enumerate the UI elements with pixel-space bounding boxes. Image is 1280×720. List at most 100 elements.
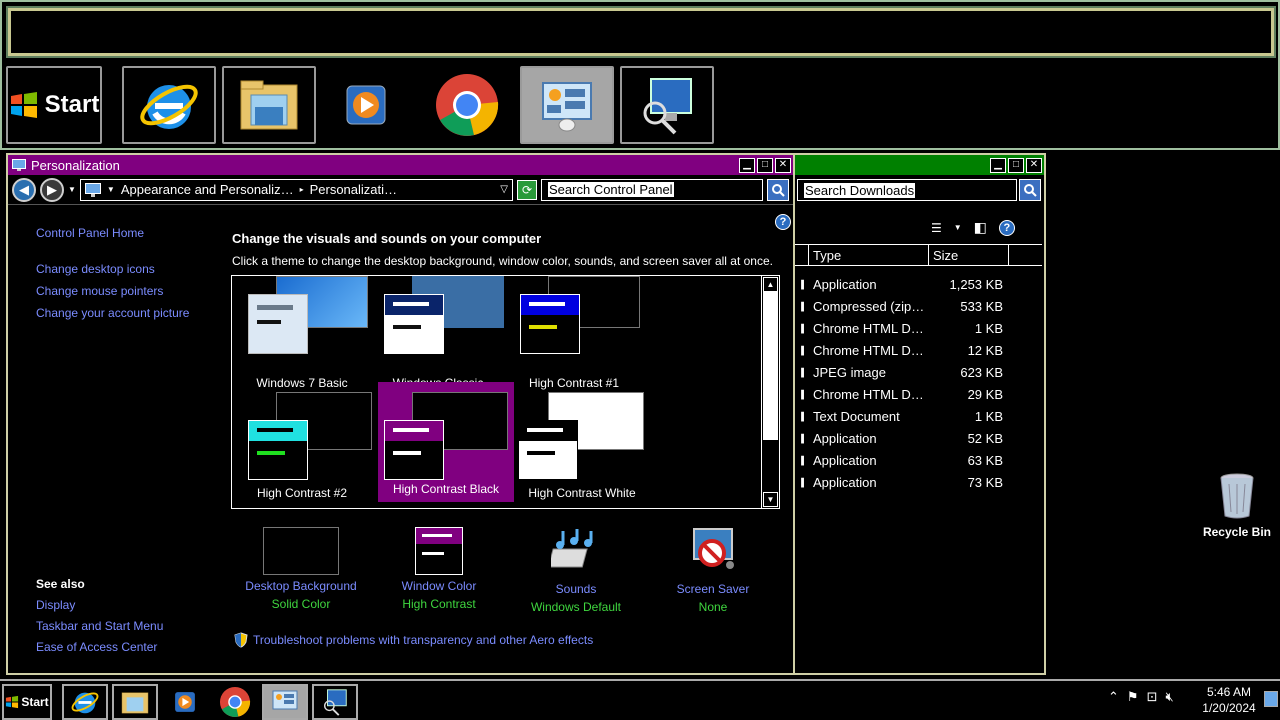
volume-muted-icon[interactable]: 🔇︎	[1165, 689, 1173, 705]
sounds-link[interactable]: Sounds	[511, 582, 641, 596]
dock-start-button[interactable]: Start	[6, 66, 102, 144]
file-row[interactable]: ▌ Text Document 1 KB	[795, 405, 1042, 427]
show-hidden-icons-icon[interactable]: ⌃	[1108, 689, 1119, 705]
troubleshoot-link[interactable]: Troubleshoot problems with transparency …	[253, 633, 593, 647]
breadcrumb-personalization[interactable]: Personalizati…	[310, 182, 397, 197]
theme-list-scrollbar[interactable]: ▲ ▼	[761, 276, 779, 508]
file-row[interactable]: ▌ Chrome HTML D… 1 KB	[795, 317, 1042, 339]
dock-chrome-button[interactable]	[420, 66, 514, 144]
minimize-button[interactable]: ▁	[990, 157, 1006, 173]
close-button[interactable]: ✕	[775, 157, 791, 173]
window-color-value: High Contrast	[402, 597, 476, 611]
file-size: 623 KB	[960, 364, 1003, 380]
file-row[interactable]: ▌ JPEG image 623 KB	[795, 361, 1042, 383]
dock-media-player-button[interactable]	[322, 66, 410, 144]
file-icon: ▌	[801, 389, 807, 399]
file-row[interactable]: ▌ Application 73 KB	[795, 471, 1042, 493]
windows-logo-icon	[6, 695, 19, 709]
close-button[interactable]: ✕	[1026, 157, 1042, 173]
action-center-flag-icon[interactable]: ⚑	[1127, 689, 1139, 705]
search-button[interactable]	[767, 178, 789, 201]
window-color-link[interactable]: Window Color	[374, 579, 504, 593]
recycle-bin-desktop-icon[interactable]: Recycle Bin	[1198, 472, 1276, 539]
chevron-down-icon[interactable]: ▼	[107, 185, 115, 194]
column-header-size[interactable]: Size	[929, 245, 1009, 265]
control-panel-home-link[interactable]: Control Panel Home	[36, 226, 189, 240]
refresh-button[interactable]: ⟳	[517, 179, 537, 200]
taskbar-chrome-button[interactable]	[212, 684, 258, 720]
breadcrumb-separator-icon[interactable]: ▸	[300, 185, 304, 194]
scroll-down-button[interactable]: ▼	[763, 492, 778, 507]
minimize-button[interactable]: ▁	[739, 157, 755, 173]
address-bar-row: ◀ ▶ ▼ ▼ Appearance and Personaliz… ▸ Per…	[8, 175, 793, 205]
show-desktop-button[interactable]	[1264, 691, 1278, 707]
search-button[interactable]	[1019, 179, 1041, 201]
breadcrumb-appearance[interactable]: Appearance and Personaliz…	[121, 182, 294, 197]
taskbar-control-panel-button[interactable]	[262, 684, 308, 720]
file-type: Compressed (zip…	[813, 298, 925, 314]
taskbar-remote-desktop-button[interactable]	[312, 684, 358, 720]
sounds-setting[interactable]: Sounds Windows Default	[511, 527, 641, 614]
taskbar-media-player-button[interactable]	[162, 684, 208, 720]
change-mouse-pointers-link[interactable]: Change mouse pointers	[36, 284, 189, 298]
column-header-type[interactable]: Type	[809, 245, 929, 265]
taskbar-ie-button[interactable]	[62, 684, 108, 720]
back-button[interactable]: ◀	[12, 177, 36, 202]
ease-of-access-link[interactable]: Ease of Access Center	[36, 640, 163, 654]
theme-list: Windows 7 Basic Windows Classic High Con…	[231, 275, 780, 509]
theme-high-contrast-black[interactable]: High Contrast Black	[378, 382, 514, 502]
theme-windows-classic[interactable]: Windows Classic	[370, 276, 506, 396]
screen-saver-link[interactable]: Screen Saver	[648, 582, 778, 596]
maximize-button[interactable]: □	[1008, 157, 1024, 173]
theme-high-contrast-1[interactable]: High Contrast #1	[506, 276, 642, 396]
scroll-up-button[interactable]: ▲	[763, 277, 778, 292]
dock-explorer-button[interactable]	[222, 66, 316, 144]
window-color-setting[interactable]: Window Color High Contrast	[374, 527, 504, 611]
file-size: 12 KB	[967, 342, 1003, 358]
scroll-thumb[interactable]	[763, 292, 778, 440]
view-dropdown-icon[interactable]: ▼	[954, 223, 962, 232]
file-icon: ▌	[801, 477, 807, 487]
view-options-icon[interactable]: ☰	[931, 221, 942, 235]
file-row[interactable]: ▌ Chrome HTML D… 12 KB	[795, 339, 1042, 361]
file-row[interactable]: ▌ Application 63 KB	[795, 449, 1042, 471]
theme-high-contrast-white[interactable]: High Contrast White	[514, 386, 650, 506]
change-account-picture-link[interactable]: Change your account picture	[36, 306, 189, 320]
network-icon[interactable]: ⊡	[1147, 689, 1158, 705]
screen-saver-setting[interactable]: Screen Saver None	[648, 527, 778, 614]
dock-remote-desktop-button[interactable]	[620, 66, 714, 144]
sidebar: Control Panel Home Change desktop icons …	[36, 226, 189, 320]
display-link[interactable]: Display	[36, 598, 163, 612]
dock-ie-button[interactable]	[122, 66, 216, 144]
file-row[interactable]: ▌ Application 1,253 KB	[795, 273, 1042, 295]
forward-button[interactable]: ▶	[40, 177, 64, 202]
file-type: Application	[813, 430, 877, 446]
taskbar-start-button[interactable]: Start	[2, 684, 52, 720]
theme-windows-7-basic[interactable]: Windows 7 Basic	[234, 276, 370, 396]
help-icon[interactable]: ?	[775, 214, 791, 230]
theme-high-contrast-2[interactable]: High Contrast #2	[234, 386, 372, 506]
clock-date: 1/20/2024	[1202, 701, 1256, 715]
address-dropdown-icon[interactable]: ▽	[500, 184, 508, 195]
maximize-button[interactable]: □	[757, 157, 773, 173]
file-row[interactable]: ▌ Application 52 KB	[795, 427, 1042, 449]
taskbar-start-menu-link[interactable]: Taskbar and Start Menu	[36, 619, 163, 633]
search-control-panel-input[interactable]: Search Control Panel	[541, 178, 763, 201]
desktop-background-link[interactable]: Desktop Background	[236, 579, 366, 593]
help-icon[interactable]: ?	[998, 219, 1015, 236]
recent-pages-dropdown-icon[interactable]: ▼	[68, 185, 76, 194]
file-row[interactable]: ▌ Chrome HTML D… 29 KB	[795, 383, 1042, 405]
file-icon: ▌	[801, 301, 807, 311]
search-downloads-input[interactable]: Search Downloads	[797, 179, 1017, 201]
theme-label: High Contrast White	[528, 486, 636, 500]
clock[interactable]: 5:46 AM 1/20/2024	[1196, 684, 1262, 716]
dock-control-panel-button[interactable]	[520, 66, 614, 144]
address-box[interactable]: ▼ Appearance and Personaliz… ▸ Personali…	[79, 178, 513, 201]
file-type: Application	[813, 452, 877, 468]
change-desktop-icons-link[interactable]: Change desktop icons	[36, 262, 189, 276]
taskbar-explorer-button[interactable]	[112, 684, 158, 720]
preview-pane-icon[interactable]: ◧	[974, 219, 987, 236]
internet-explorer-icon	[140, 84, 198, 129]
desktop-background-setting[interactable]: Desktop Background Solid Color	[236, 527, 366, 611]
file-row[interactable]: ▌ Compressed (zip… 533 KB	[795, 295, 1042, 317]
